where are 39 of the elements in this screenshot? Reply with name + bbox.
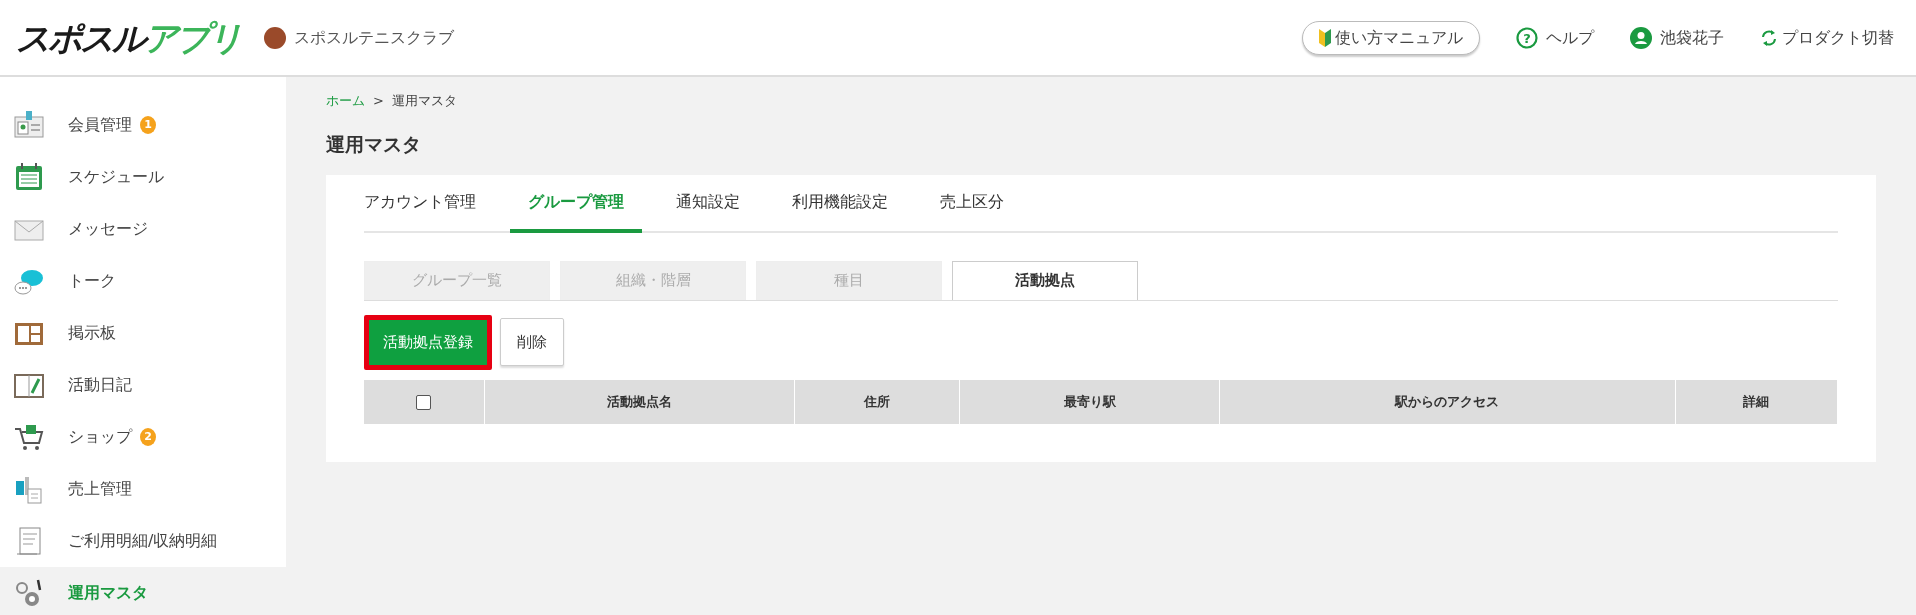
page-title: 運用マスタ — [326, 132, 422, 156]
id-card-icon — [12, 109, 46, 141]
tab[interactable]: アカウント管理 — [364, 175, 494, 233]
sidebar-item[interactable]: 活動日記 — [0, 359, 286, 411]
help-icon: ? — [1516, 26, 1538, 49]
product-switch-link[interactable]: プロダクト切替 — [1760, 25, 1894, 50]
breadcrumb-text: > — [373, 92, 384, 110]
sidebar-item[interactable]: 売上管理 — [0, 463, 286, 515]
column-header: 最寄り駅 — [960, 379, 1220, 424]
club-avatar — [264, 26, 286, 49]
sidebar-item[interactable]: ショップ 2 — [0, 411, 286, 463]
sidebar-item[interactable]: ご利用明細/収納明細 — [0, 515, 286, 567]
user-menu[interactable]: 池袋花子 — [1630, 25, 1724, 50]
help-link[interactable]: ? ヘルプ — [1516, 25, 1594, 50]
tab[interactable]: 通知設定 — [658, 175, 758, 233]
tab[interactable]: 売上区分 — [922, 175, 1022, 233]
sidebar-item[interactable]: トーク — [0, 255, 286, 307]
breadcrumb-text: 運用マスタ — [391, 92, 457, 110]
sidebar-item[interactable]: 会員管理 1 — [0, 99, 286, 151]
column-header: 活動拠点名 — [484, 379, 795, 424]
refresh-icon — [1760, 27, 1778, 48]
manual-button[interactable]: 使い方マニュアル — [1302, 20, 1480, 55]
sidebar-item[interactable]: メッセージ — [0, 203, 286, 255]
tab[interactable]: グループ管理 — [510, 175, 642, 233]
select-all-checkbox[interactable] — [416, 394, 432, 410]
delete-button[interactable]: 削除 — [500, 318, 564, 367]
notification-count: 1 — [140, 116, 156, 134]
app-logo: スポスルアプリ — [16, 20, 240, 55]
column-header: 駅からのアクセス — [1219, 379, 1676, 424]
tab[interactable]: 利用機能設定 — [774, 175, 906, 233]
beginner-mark-icon — [1319, 28, 1331, 47]
sub-tab[interactable]: 活動拠点 — [952, 260, 1138, 300]
notification-count: 2 — [140, 428, 156, 446]
column-header: 住所 — [794, 379, 960, 424]
sidebar-item[interactable]: 掲示板 — [0, 307, 286, 359]
column-header: 詳細 — [1675, 379, 1838, 424]
club-name: スポスルテニスクラブ — [294, 26, 454, 49]
sidebar-item[interactable]: スケジュール — [0, 151, 286, 203]
user-avatar-icon — [1630, 26, 1652, 49]
